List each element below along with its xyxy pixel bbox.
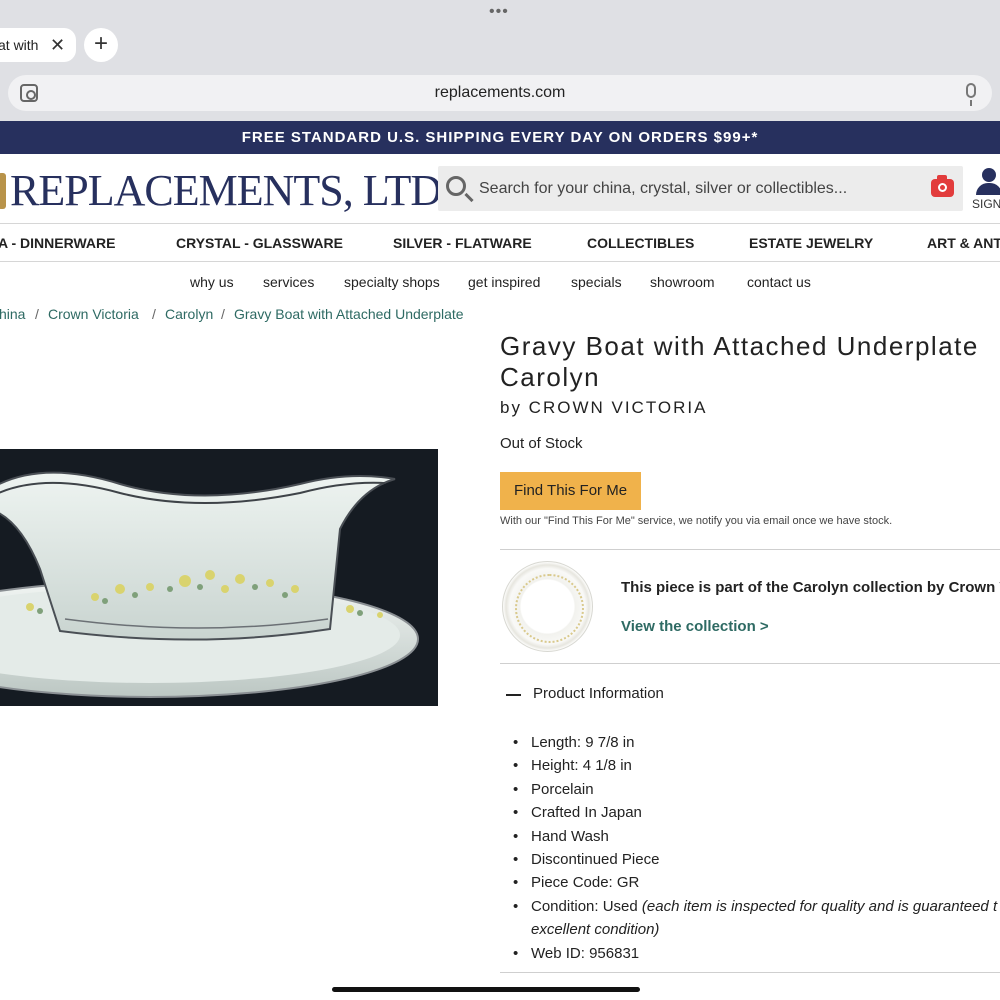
user-icon-body [976, 183, 1000, 195]
subnav-why-us[interactable]: why us [190, 270, 234, 294]
product-title-line2: Carolyn [500, 362, 601, 392]
spec-piece-code: Piece Code: GR [513, 871, 1000, 895]
new-tab-button[interactable]: + [84, 28, 118, 62]
divider [500, 972, 1000, 973]
search-bar[interactable]: Search for your china, crystal, silver o… [438, 166, 963, 211]
condition-note: (each item is inspected for quality and … [641, 897, 998, 915]
view-collection-link[interactable]: View the collection > [621, 618, 769, 635]
spec-length: Length: 9 7/8 in [513, 731, 1000, 755]
nav-crystal-glassware[interactable]: CRYSTAL - GLASSWARE [176, 224, 343, 262]
breadcrumb-current[interactable]: Gravy Boat with Attached Underplate [234, 303, 464, 325]
breadcrumb-crown-victoria[interactable]: Crown Victoria [48, 303, 139, 325]
collection-box: This piece is part of the Carolyn collec… [500, 549, 1000, 664]
product-image[interactable] [0, 449, 438, 706]
spec-origin: Crafted In Japan [513, 801, 1000, 825]
search-icon[interactable] [446, 176, 466, 196]
browser-chrome: ••• at with ✕ + replacements.com [0, 0, 1000, 121]
home-indicator[interactable] [332, 987, 640, 992]
spec-web-id: Web ID: 956831 [513, 942, 1000, 966]
site-logo[interactable]: REPLACEMENTS, LTD. [0, 166, 452, 216]
stock-status: Out of Stock [500, 435, 583, 452]
product-info-toggle[interactable]: Product Information [500, 683, 1000, 707]
subnav-specials[interactable]: specials [571, 270, 622, 294]
breadcrumb-carolyn[interactable]: Carolyn [165, 303, 213, 325]
microphone-icon[interactable] [966, 83, 976, 106]
product-info-title: Product Information [533, 685, 664, 702]
subnav-get-inspired[interactable]: get inspired [468, 270, 540, 294]
nav-silver-flatware[interactable]: SILVER - FLATWARE [393, 224, 532, 262]
tab-title: at with [0, 37, 39, 53]
address-bar[interactable]: replacements.com [8, 75, 992, 111]
category-nav: A - DINNERWARE CRYSTAL - GLASSWARE SILVE… [0, 224, 1000, 262]
collection-plate-image[interactable] [502, 561, 593, 652]
sign-in-button[interactable]: SIGN [970, 166, 1000, 214]
nav-collectibles[interactable]: COLLECTIBLES [587, 224, 694, 262]
product-title: Gravy Boat with Attached Underplate Caro… [500, 331, 1000, 393]
breadcrumb-separator: / [35, 306, 39, 322]
camera-icon[interactable] [931, 175, 954, 197]
condition-note-continued: excellent condition) [531, 921, 660, 939]
breadcrumb-separator: / [152, 306, 156, 322]
find-note: With our "Find This For Me" service, we … [500, 515, 893, 527]
nav-estate-jewelry[interactable]: ESTATE JEWELRY [749, 224, 873, 262]
find-this-for-me-button[interactable]: Find This For Me [500, 472, 641, 510]
close-icon[interactable]: ✕ [50, 28, 65, 62]
collection-text: This piece is part of the Carolyn collec… [621, 579, 1000, 596]
browser-tab[interactable]: at with ✕ [0, 28, 76, 62]
logo-text: REPLACEMENTS, LTD. [10, 166, 452, 215]
spec-discontinued: Discontinued Piece [513, 848, 1000, 872]
subnav-showroom[interactable]: showroom [650, 270, 715, 294]
spec-care: Hand Wash [513, 825, 1000, 849]
window-dots[interactable]: ••• [489, 4, 509, 20]
product-title-line1: Gravy Boat with Attached Underplate [500, 331, 979, 361]
spec-material: Porcelain [513, 778, 1000, 802]
divider [0, 261, 1000, 262]
promo-banner[interactable]: FREE STANDARD U.S. SHIPPING EVERY DAY ON… [0, 121, 1000, 154]
nav-art-antiques[interactable]: ART & ANTI [927, 224, 1000, 262]
spec-list: Length: 9 7/8 in Height: 4 1/8 in Porcel… [513, 731, 1000, 965]
subnav-specialty-shops[interactable]: specialty shops [344, 270, 440, 294]
breadcrumb-china[interactable]: hina [0, 303, 25, 325]
condition-label: Condition: Used [531, 897, 642, 915]
product-brand[interactable]: by CROWN VICTORIA [500, 398, 707, 418]
nav-dinnerware[interactable]: A - DINNERWARE [0, 224, 115, 262]
sign-in-label: SIGN [972, 197, 1000, 211]
gravy-boat-image [0, 471, 419, 698]
subnav-contact-us[interactable]: contact us [747, 270, 811, 294]
sub-nav: why us services specialty shops get insp… [0, 270, 1000, 294]
user-icon [982, 168, 996, 182]
spec-height: Height: 4 1/8 in [513, 754, 1000, 778]
spec-condition: Condition: Used (each item is inspected … [513, 895, 1000, 942]
minus-icon[interactable] [506, 694, 521, 696]
subnav-services[interactable]: services [263, 270, 314, 294]
breadcrumb-separator: / [221, 306, 225, 322]
fork-logo-icon [0, 173, 6, 209]
search-input[interactable]: Search for your china, crystal, silver o… [479, 166, 847, 211]
url-text[interactable]: replacements.com [8, 75, 992, 111]
